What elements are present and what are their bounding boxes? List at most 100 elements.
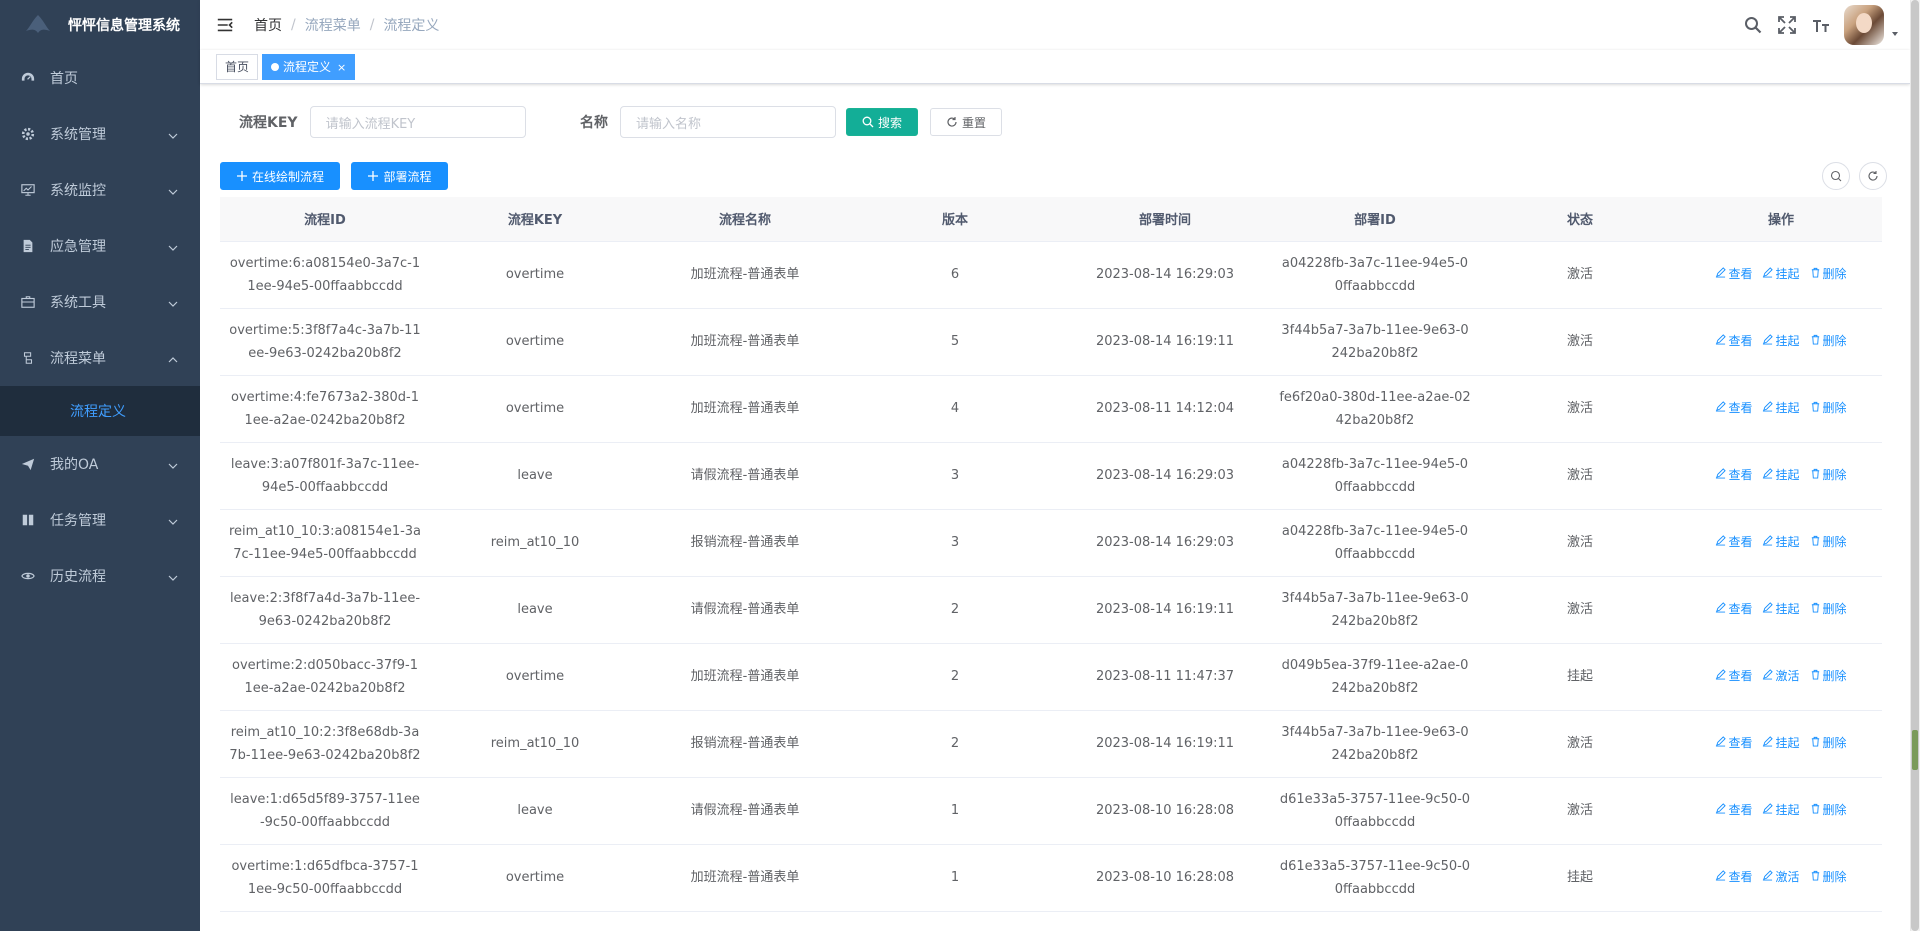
trash-icon	[1810, 665, 1823, 688]
sidebar-subitem-process-definition[interactable]: 流程定义	[0, 386, 200, 436]
refresh-button[interactable]	[1859, 162, 1887, 190]
trash-icon	[1810, 799, 1823, 822]
delete-button[interactable]: 删除	[1810, 866, 1847, 889]
hamburger-menu-icon[interactable]	[216, 15, 236, 35]
search-icon[interactable]	[1744, 16, 1762, 34]
cell-version: 6	[850, 241, 1060, 309]
view-button[interactable]: 查看	[1715, 799, 1752, 822]
view-button[interactable]: 查看	[1715, 598, 1752, 621]
search-icon	[862, 116, 874, 128]
toggle-state-button[interactable]: 激活	[1762, 866, 1800, 889]
view-button[interactable]: 查看	[1715, 464, 1752, 487]
toolbox-icon	[20, 294, 36, 310]
cell-deploy-time: 2023-08-10 16:28:08	[1060, 777, 1270, 845]
view-button[interactable]: 查看	[1715, 397, 1752, 420]
draw-process-button[interactable]: 在线绘制流程	[220, 162, 340, 190]
toggle-search-button[interactable]	[1822, 162, 1850, 190]
cell-process-key: reim_at10_10	[430, 509, 640, 577]
deploy-process-button[interactable]: 部署流程	[351, 162, 448, 190]
cell-status: 激活	[1480, 576, 1680, 644]
view-button[interactable]: 查看	[1715, 330, 1752, 353]
toggle-state-button[interactable]: 挂起	[1762, 732, 1800, 755]
view-button[interactable]: 查看	[1715, 531, 1752, 554]
cell-process-name: 加班流程-普通表单	[640, 308, 850, 376]
page-scrollbar[interactable]	[1910, 0, 1920, 931]
delete-button[interactable]: 删除	[1810, 263, 1847, 286]
breadcrumb-home[interactable]: 首页	[254, 15, 282, 35]
row-actions: 查看 挂起 删除	[1688, 397, 1874, 420]
tag-home[interactable]: 首页	[216, 54, 259, 80]
toggle-state-button[interactable]: 挂起	[1762, 397, 1800, 420]
sidebar-item-system-monitor[interactable]: 系统监控	[0, 162, 200, 218]
toggle-state-button[interactable]: 挂起	[1762, 598, 1800, 621]
delete-button[interactable]: 删除	[1810, 598, 1847, 621]
cell-process-id: leave:1:d65d5f89-3757-11ee-9c50-00ffaabb…	[220, 777, 430, 845]
cell-version: 1	[850, 777, 1060, 845]
delete-button[interactable]: 删除	[1810, 799, 1847, 822]
logo[interactable]: 怦怦信息管理系统	[0, 0, 200, 50]
table-row: leave:3:a07f801f-3a7c-11ee-94e5-00ffaabb…	[220, 442, 1882, 510]
view-button[interactable]: 查看	[1715, 263, 1752, 286]
sidebar-item-home[interactable]: 首页	[0, 50, 200, 106]
delete-button[interactable]: 删除	[1810, 330, 1847, 353]
sidebar-item-label: 流程菜单	[50, 351, 106, 367]
toggle-state-button[interactable]: 挂起	[1762, 531, 1800, 554]
delete-label: 删除	[1822, 401, 1847, 415]
cell-actions: 查看 挂起 删除	[1680, 777, 1882, 845]
cell-process-id: reim_at10_10:2:3f8e68db-3a7b-11ee-9e63-0…	[220, 710, 430, 778]
search-button-label: 搜索	[878, 115, 903, 130]
cell-deploy-id: d61e33a5-3757-11ee-9c50-00ffaabbccdd	[1270, 844, 1480, 912]
toggle-state-label: 挂起	[1775, 267, 1800, 281]
cell-deploy-id: a04228fb-3a7c-11ee-94e5-00ffaabbccdd	[1270, 509, 1480, 577]
avatar[interactable]	[1844, 5, 1884, 45]
app-title: 怦怦信息管理系统	[68, 18, 180, 34]
column-header-deploy-time: 部署时间	[1060, 197, 1270, 242]
delete-button[interactable]: 删除	[1810, 665, 1847, 688]
column-header-process-id: 流程ID	[220, 197, 430, 242]
cell-process-key: overtime	[430, 643, 640, 711]
sidebar-item-emergency[interactable]: 应急管理	[0, 218, 200, 274]
sidebar-item-flow-menu[interactable]: 流程菜单	[0, 330, 200, 386]
scrollbar-grip[interactable]	[1912, 730, 1918, 770]
close-icon[interactable]: ×	[337, 61, 346, 74]
delete-button[interactable]: 删除	[1810, 732, 1847, 755]
sidebar-item-system-tools[interactable]: 系统工具	[0, 274, 200, 330]
name-input[interactable]: 请输入名称	[620, 106, 836, 138]
sidebar-item-system-management[interactable]: 系统管理	[0, 106, 200, 162]
toggle-state-button[interactable]: 挂起	[1762, 464, 1800, 487]
delete-button[interactable]: 删除	[1810, 464, 1847, 487]
toggle-state-button[interactable]: 激活	[1762, 665, 1800, 688]
view-button[interactable]: 查看	[1715, 665, 1752, 688]
tag-process-definition[interactable]: 流程定义 ×	[262, 54, 356, 80]
sidebar-item-my-oa[interactable]: 我的OA	[0, 436, 200, 492]
view-button[interactable]: 查看	[1715, 732, 1752, 755]
toggle-state-label: 挂起	[1775, 468, 1800, 482]
fullscreen-icon[interactable]	[1778, 16, 1796, 34]
sidebar-item-history-flow[interactable]: 历史流程	[0, 548, 200, 604]
font-size-icon[interactable]	[1812, 16, 1830, 34]
reset-button[interactable]: 重置	[930, 108, 1002, 136]
cell-process-id: overtime:1:d65dfbca-3757-11ee-9c50-00ffa…	[220, 844, 430, 912]
caret-down-icon[interactable]	[1890, 28, 1900, 38]
cell-process-key: overtime	[430, 308, 640, 376]
row-actions: 查看 挂起 删除	[1688, 330, 1874, 353]
edit-icon	[1715, 866, 1728, 889]
sidebar-item-task-management[interactable]: 任务管理	[0, 492, 200, 548]
toggle-state-button[interactable]: 挂起	[1762, 799, 1800, 822]
delete-button[interactable]: 删除	[1810, 397, 1847, 420]
toggle-state-button[interactable]: 挂起	[1762, 263, 1800, 286]
cell-actions: 查看 挂起 删除	[1680, 576, 1882, 644]
process-key-input[interactable]: 请输入流程KEY	[309, 106, 526, 138]
cell-process-key: leave	[430, 442, 640, 510]
table-row: overtime:6:a08154e0-3a7c-11ee-94e5-00ffa…	[220, 241, 1882, 309]
view-button[interactable]: 查看	[1715, 866, 1752, 889]
search-button[interactable]: 搜索	[846, 108, 918, 136]
delete-button[interactable]: 删除	[1810, 531, 1847, 554]
document-icon	[20, 238, 36, 254]
cell-process-key: overtime	[430, 241, 640, 309]
scrollbar-thumb[interactable]	[1911, 0, 1919, 931]
row-actions: 查看 激活 删除	[1688, 665, 1874, 688]
toggle-state-button[interactable]: 挂起	[1762, 330, 1800, 353]
name-label: 名称	[580, 115, 608, 131]
cell-actions: 查看 挂起 删除	[1680, 375, 1882, 443]
